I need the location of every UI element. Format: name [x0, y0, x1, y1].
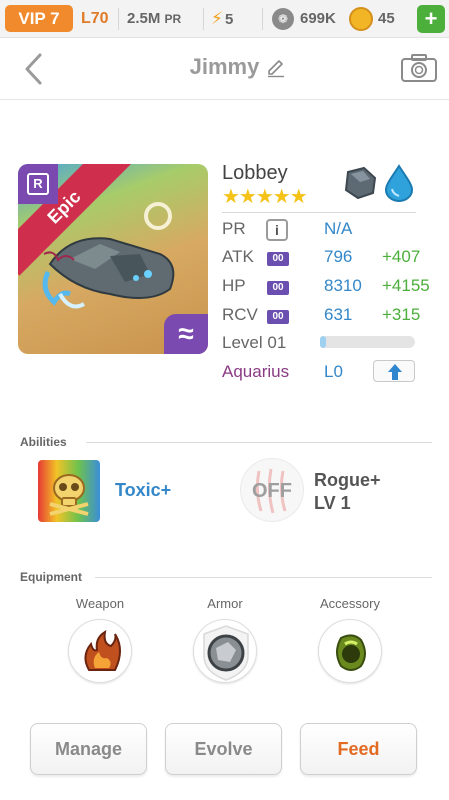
coin-icon — [349, 7, 373, 31]
stat-value: 8310 — [324, 276, 362, 295]
stat-row-hp: HP 00 8310 +4155 — [222, 274, 437, 300]
manage-button[interactable]: Manage — [30, 723, 147, 775]
toxic-ability-icon[interactable] — [38, 460, 100, 522]
green-orb-accessory-icon — [336, 634, 366, 671]
stat-label: HP — [222, 276, 246, 295]
water-element-icon — [384, 164, 414, 202]
pet-header: Jimmy — [0, 38, 449, 100]
stat-badge: 00 — [267, 310, 289, 324]
vip-badge[interactable]: VIP 7 — [5, 5, 73, 32]
rogue-ability-name: Rogue+ — [314, 470, 381, 490]
level-progress-bar — [320, 336, 415, 348]
level-progress-fill — [320, 336, 326, 348]
energy-value: 5 — [224, 11, 234, 28]
stat-bonus: +407 — [382, 247, 421, 266]
pet-detail-screen: VIP 7 L70 2.5M PR ⚡5 ❁ 699K 45 + Jimmy — [0, 0, 449, 800]
feed-button[interactable]: Feed — [300, 723, 417, 775]
skull-icon — [49, 474, 89, 516]
divider — [222, 212, 416, 213]
divider — [203, 8, 204, 30]
pet-name: Lobbey — [222, 162, 288, 184]
accessory-slot[interactable] — [318, 619, 382, 683]
weapon-slot[interactable] — [68, 619, 132, 683]
info-icon[interactable]: i — [266, 219, 288, 241]
rogue-ability-icon[interactable]: OFF — [240, 458, 304, 522]
stat-value: 631 — [324, 305, 353, 324]
status-bar: VIP 7 L70 2.5M PR ⚡ 5 ❁ 699K 45 + — [0, 0, 449, 38]
stat-value: 796 — [324, 247, 353, 266]
divider — [86, 442, 432, 443]
divider — [262, 8, 263, 30]
accessory-label: Accessory — [320, 596, 380, 611]
constellation-label[interactable]: Aquarius — [222, 362, 289, 382]
divider — [95, 577, 432, 578]
constellation-level: L0 — [324, 362, 343, 381]
paw-currency-value[interactable]: 699K — [300, 6, 340, 32]
rock-element-icon — [344, 166, 377, 200]
rogue-ability-level: LV 1 — [314, 493, 351, 513]
stat-label: ATK — [222, 247, 254, 266]
constellation-upgrade-button[interactable] — [373, 360, 415, 382]
page-title: Jimmy — [189, 54, 260, 79]
stat-badge: 00 — [267, 252, 289, 266]
add-currency-button[interactable]: + — [417, 5, 445, 33]
flame-weapon-icon — [84, 630, 121, 671]
player-pr: 2.5M PR — [127, 6, 181, 32]
water-wave-icon: ≈ — [164, 314, 208, 354]
stat-row-pr: PR i N/A — [222, 217, 437, 243]
ability-name-rogue[interactable]: Rogue+ LV 1 — [314, 469, 381, 515]
player-level: L70 — [81, 10, 109, 27]
equipment-section-title: Equipment — [20, 570, 82, 584]
stat-badge: 00 — [267, 281, 289, 295]
armor-label: Armor — [207, 596, 243, 611]
stat-bonus: +4155 — [382, 276, 430, 295]
pet-portrait[interactable]: Epic R ≈ — [18, 164, 208, 354]
up-arrow-icon — [388, 364, 402, 380]
ability-off-label: OFF — [252, 480, 292, 502]
energy-counter[interactable]: ⚡ 5 — [211, 6, 233, 33]
stat-value: N/A — [324, 219, 353, 238]
pr-unit: PR — [164, 12, 182, 26]
stat-row-atk: ATK 00 796 +407 — [222, 245, 437, 271]
level-label: Level 01 — [222, 333, 287, 352]
stat-label: RCV — [222, 305, 258, 324]
edit-pencil-icon[interactable] — [266, 58, 286, 78]
pr-value: 2.5M — [127, 10, 161, 27]
armor-shield-icon — [203, 625, 249, 681]
stat-bonus: +315 — [382, 305, 421, 324]
paw-icon: ❁ — [272, 8, 294, 30]
weapon-label: Weapon — [75, 596, 125, 611]
evolve-button[interactable]: Evolve — [165, 723, 282, 775]
coin-value[interactable]: 45 — [378, 6, 395, 32]
camera-icon[interactable] — [400, 52, 438, 84]
ability-name-toxic[interactable]: Toxic+ — [115, 480, 171, 501]
rarity-badge: R — [18, 164, 58, 204]
divider — [118, 8, 119, 30]
abilities-section-title: Abilities — [20, 435, 67, 449]
armor-slot[interactable] — [193, 619, 257, 683]
stat-row-rcv: RCV 00 631 +315 — [222, 303, 437, 329]
bolt-icon: ⚡ — [211, 9, 223, 28]
star-rating: ★★★★★ — [222, 186, 308, 208]
rarity-letter: R — [27, 173, 49, 195]
stat-label: PR — [222, 219, 246, 238]
